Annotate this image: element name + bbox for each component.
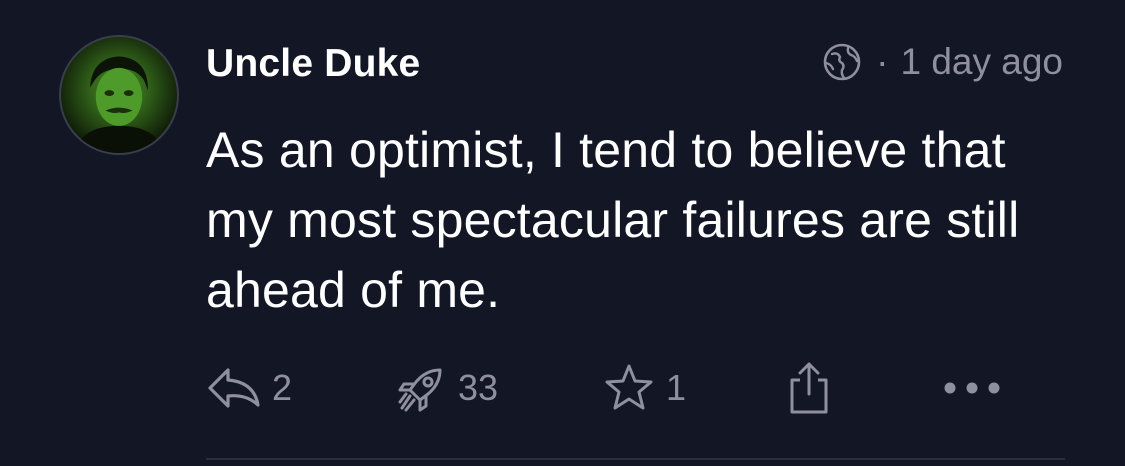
boost-button[interactable]: 33 <box>396 357 498 419</box>
post-content: As an optimist, I tend to believe that m… <box>206 122 1020 318</box>
rocket-icon <box>396 362 448 414</box>
boost-count: 33 <box>458 367 499 408</box>
favorite-button[interactable]: 1 <box>602 357 686 419</box>
more-icon <box>942 378 1002 398</box>
reply-icon <box>206 365 262 411</box>
meta-separator: · <box>876 41 889 82</box>
reply-count: 2 <box>272 367 293 408</box>
share-button[interactable] <box>786 357 832 419</box>
action-bar: 2 33 1 <box>200 357 1030 419</box>
post-timestamp[interactable]: 1 day ago <box>900 38 1063 86</box>
divider <box>206 458 1065 460</box>
post-card[interactable]: Uncle Duke · 1 day ago As an optimist, I… <box>0 0 1125 466</box>
author-name[interactable]: Uncle Duke <box>206 40 420 88</box>
reply-button[interactable]: 2 <box>206 357 292 419</box>
more-button[interactable] <box>942 357 1002 419</box>
avatar[interactable] <box>59 35 179 155</box>
avatar-image <box>74 56 164 153</box>
post-meta: · 1 day ago <box>822 38 1063 86</box>
globe-icon <box>822 42 862 82</box>
share-icon <box>786 360 832 416</box>
star-icon <box>602 362 656 414</box>
favorite-count: 1 <box>666 367 687 408</box>
